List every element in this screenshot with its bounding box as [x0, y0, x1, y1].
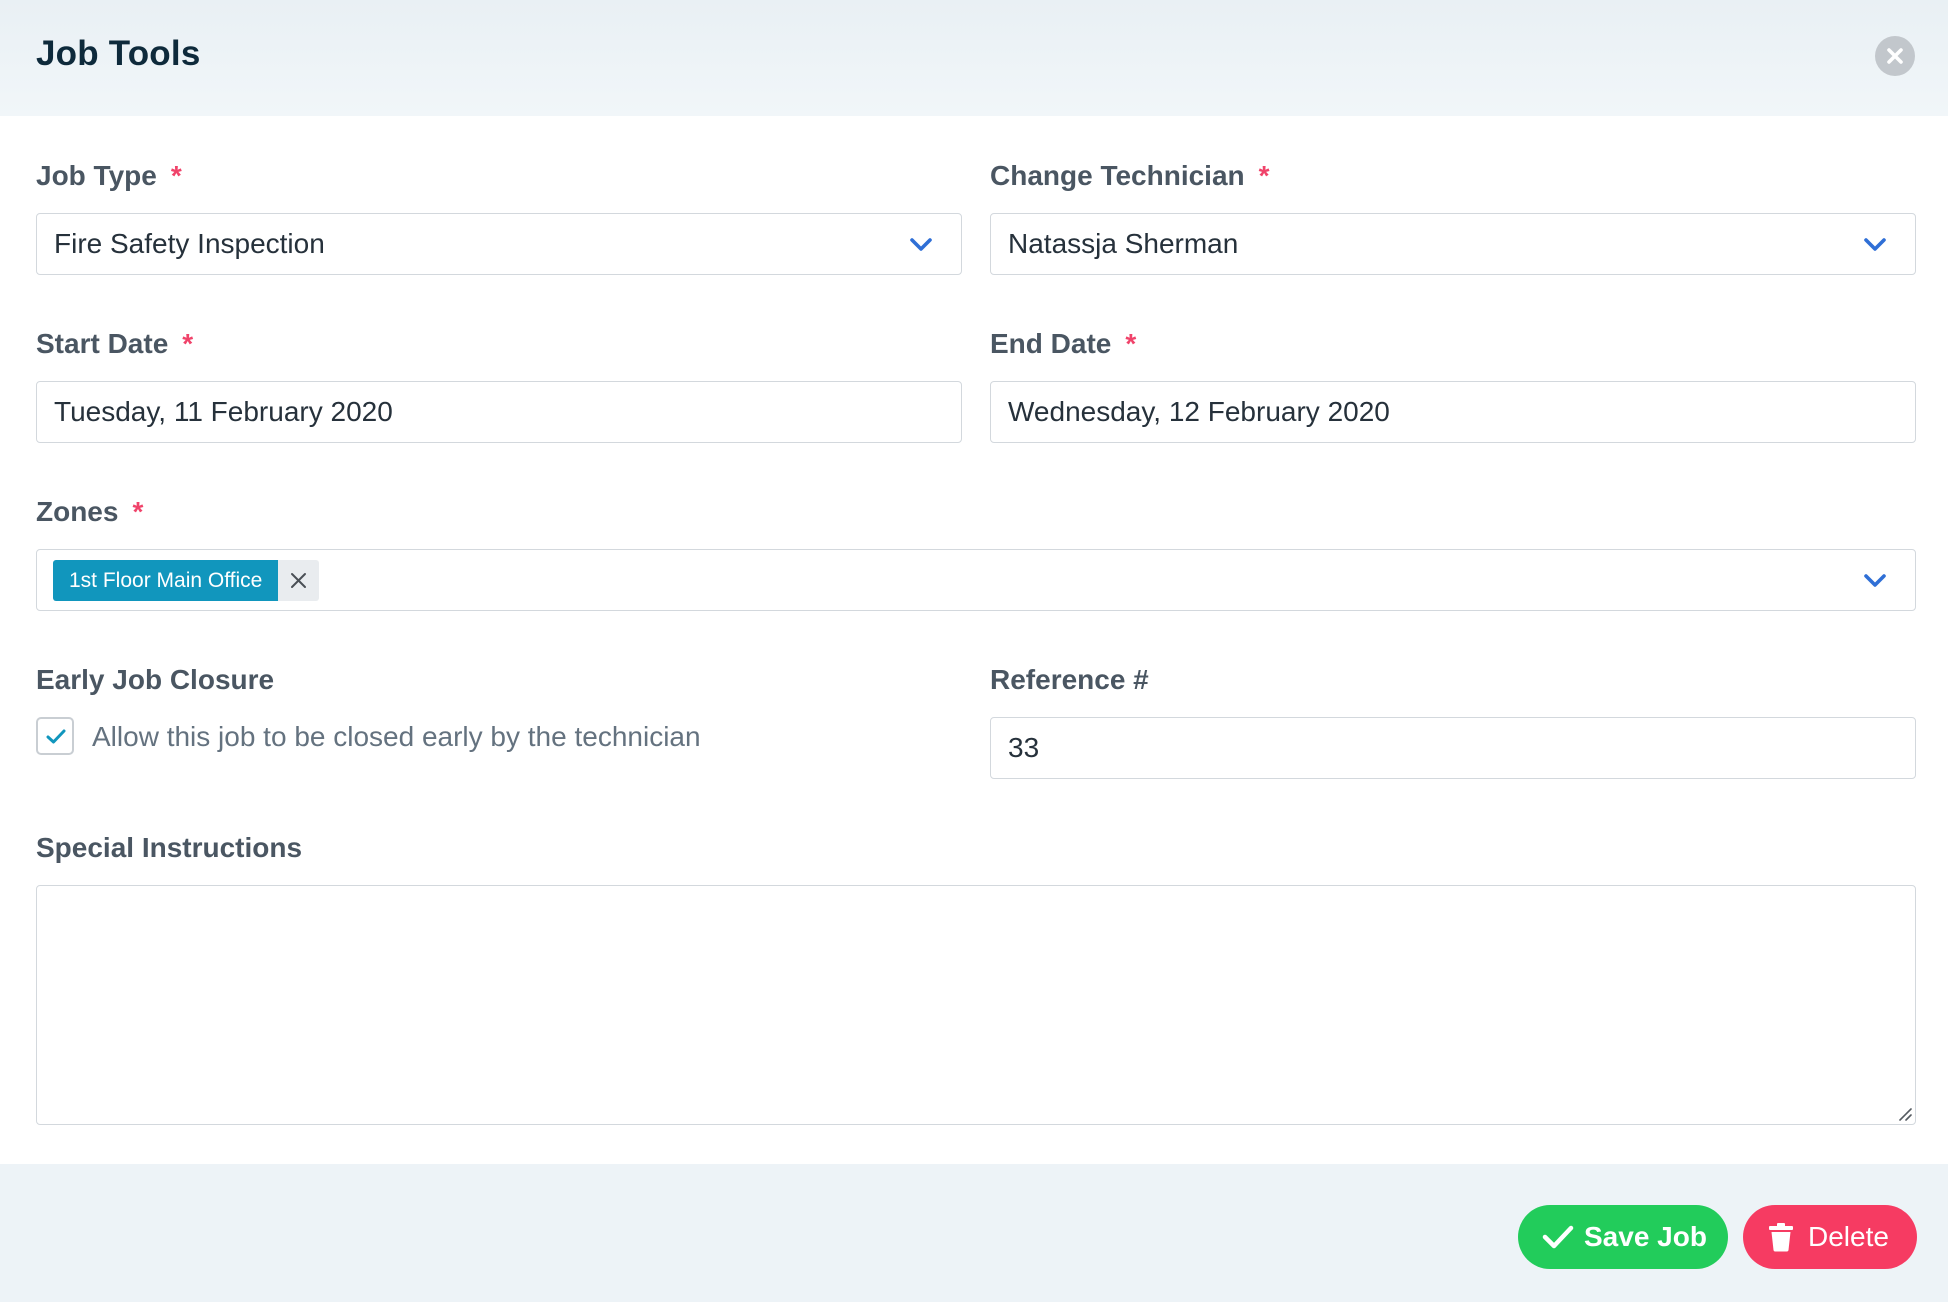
zones-label: Zones *: [36, 496, 143, 528]
start-date-input[interactable]: Tuesday, 11 February 2020: [36, 381, 962, 443]
job-type-select[interactable]: Fire Safety Inspection: [36, 213, 962, 275]
technician-label: Change Technician *: [990, 160, 1270, 192]
close-icon: [1887, 48, 1903, 64]
zones-label-text: Zones: [36, 496, 119, 527]
zone-tag-label: 1st Floor Main Office: [53, 560, 279, 601]
special-instructions-textarea[interactable]: [36, 885, 1916, 1125]
reference-input[interactable]: 33: [990, 717, 1916, 779]
early-closure-label: Early Job Closure: [36, 664, 275, 695]
early-closure-checkbox-text[interactable]: Allow this job to be closed early by the…: [92, 721, 701, 753]
reference-value: 33: [1008, 732, 1040, 763]
chevron-down-icon: [1864, 574, 1886, 587]
trash-icon: [1769, 1223, 1793, 1252]
special-instructions-label: Special Instructions: [36, 832, 303, 863]
end-date-value: Wednesday, 12 February 2020: [1008, 396, 1390, 427]
chevron-down-icon: [910, 238, 932, 251]
reference-label: Reference #: [990, 664, 1149, 695]
dialog-header: Job Tools: [0, 0, 1948, 116]
technician-select[interactable]: Natassja Sherman: [990, 213, 1916, 275]
required-mark: *: [170, 160, 182, 191]
required-mark: *: [1258, 160, 1270, 191]
required-mark: *: [182, 328, 194, 359]
end-date-label: End Date *: [990, 328, 1136, 360]
job-type-label: Job Type *: [36, 160, 182, 192]
check-icon: [1542, 1225, 1574, 1249]
delete-button[interactable]: Delete: [1743, 1205, 1917, 1269]
end-date-input[interactable]: Wednesday, 12 February 2020: [990, 381, 1916, 443]
start-date-label: Start Date *: [36, 328, 193, 360]
start-date-label-text: Start Date: [36, 328, 169, 359]
save-job-label: Save Job: [1584, 1221, 1707, 1252]
zones-multiselect[interactable]: 1st Floor Main Office: [36, 549, 1916, 611]
chevron-down-icon: [1864, 238, 1886, 251]
zone-tag-remove-button[interactable]: [278, 560, 320, 601]
save-job-button[interactable]: Save Job: [1518, 1205, 1728, 1269]
technician-value: Natassja Sherman: [1008, 228, 1239, 259]
resize-handle-icon[interactable]: [1896, 1105, 1912, 1121]
early-closure-checkbox[interactable]: [36, 717, 74, 755]
close-icon: [291, 573, 307, 588]
start-date-value: Tuesday, 11 February 2020: [54, 396, 393, 427]
end-date-label-text: End Date: [990, 328, 1112, 359]
delete-label: Delete: [1808, 1221, 1889, 1252]
job-type-value: Fire Safety Inspection: [54, 228, 325, 259]
required-mark: *: [1125, 328, 1137, 359]
dialog-title: Job Tools: [36, 34, 201, 73]
required-mark: *: [132, 496, 144, 527]
job-type-label-text: Job Type: [36, 160, 157, 191]
technician-label-text: Change Technician: [990, 160, 1245, 191]
zone-tag: 1st Floor Main Office: [53, 560, 320, 601]
checkmark-icon: [46, 729, 66, 744]
close-button[interactable]: [1875, 36, 1915, 76]
